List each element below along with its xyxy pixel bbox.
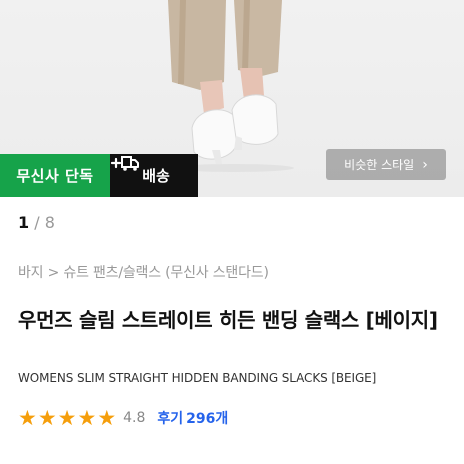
pager-current: 1 [18,213,30,232]
star-icon: ★ [18,406,37,430]
rating-stars: ★ ★ ★ ★ ★ [18,407,116,429]
reviews-link[interactable]: 후기 296개 [157,408,228,428]
breadcrumb[interactable]: 바지 > 슈트 팬츠/슬랙스 (무신사 스탠다드) [18,262,269,282]
product-title: 우먼즈 슬림 스트레이트 히든 밴딩 슬랙스 [베이지] [18,308,438,332]
reviews-label: 후기 [157,411,184,427]
similar-style-label: 비슷한 스타일 [344,158,415,172]
product-image[interactable]: 무신사 단독 배송 비슷한 스타일 › [0,0,464,197]
reviews-count: 296개 [186,411,229,427]
pager-total: 8 [44,213,55,232]
rating-score: 4.8 [123,410,146,426]
exclusive-badge: 무신사 단독 [0,154,110,197]
product-title-english: WOMENS SLIM STRAIGHT HIDDEN BANDING SLAC… [18,371,377,385]
star-icon: ★ [57,406,77,430]
star-icon: ★ [37,406,57,430]
delivery-badge-label: 배송 [142,167,170,185]
star-icon: ★ [97,406,117,430]
pager-separator: / [34,213,40,232]
image-pager: 1 / 8 [18,213,55,232]
exclusive-badge-label: 무신사 단독 [16,167,94,185]
delivery-badge: 배송 [110,154,198,197]
star-icon: ★ [77,406,97,430]
rating-row: ★ ★ ★ ★ ★ 4.8 후기 296개 [18,407,228,429]
chevron-right-icon: › [422,156,428,173]
similar-style-button[interactable]: 비슷한 스타일 › [326,149,446,180]
